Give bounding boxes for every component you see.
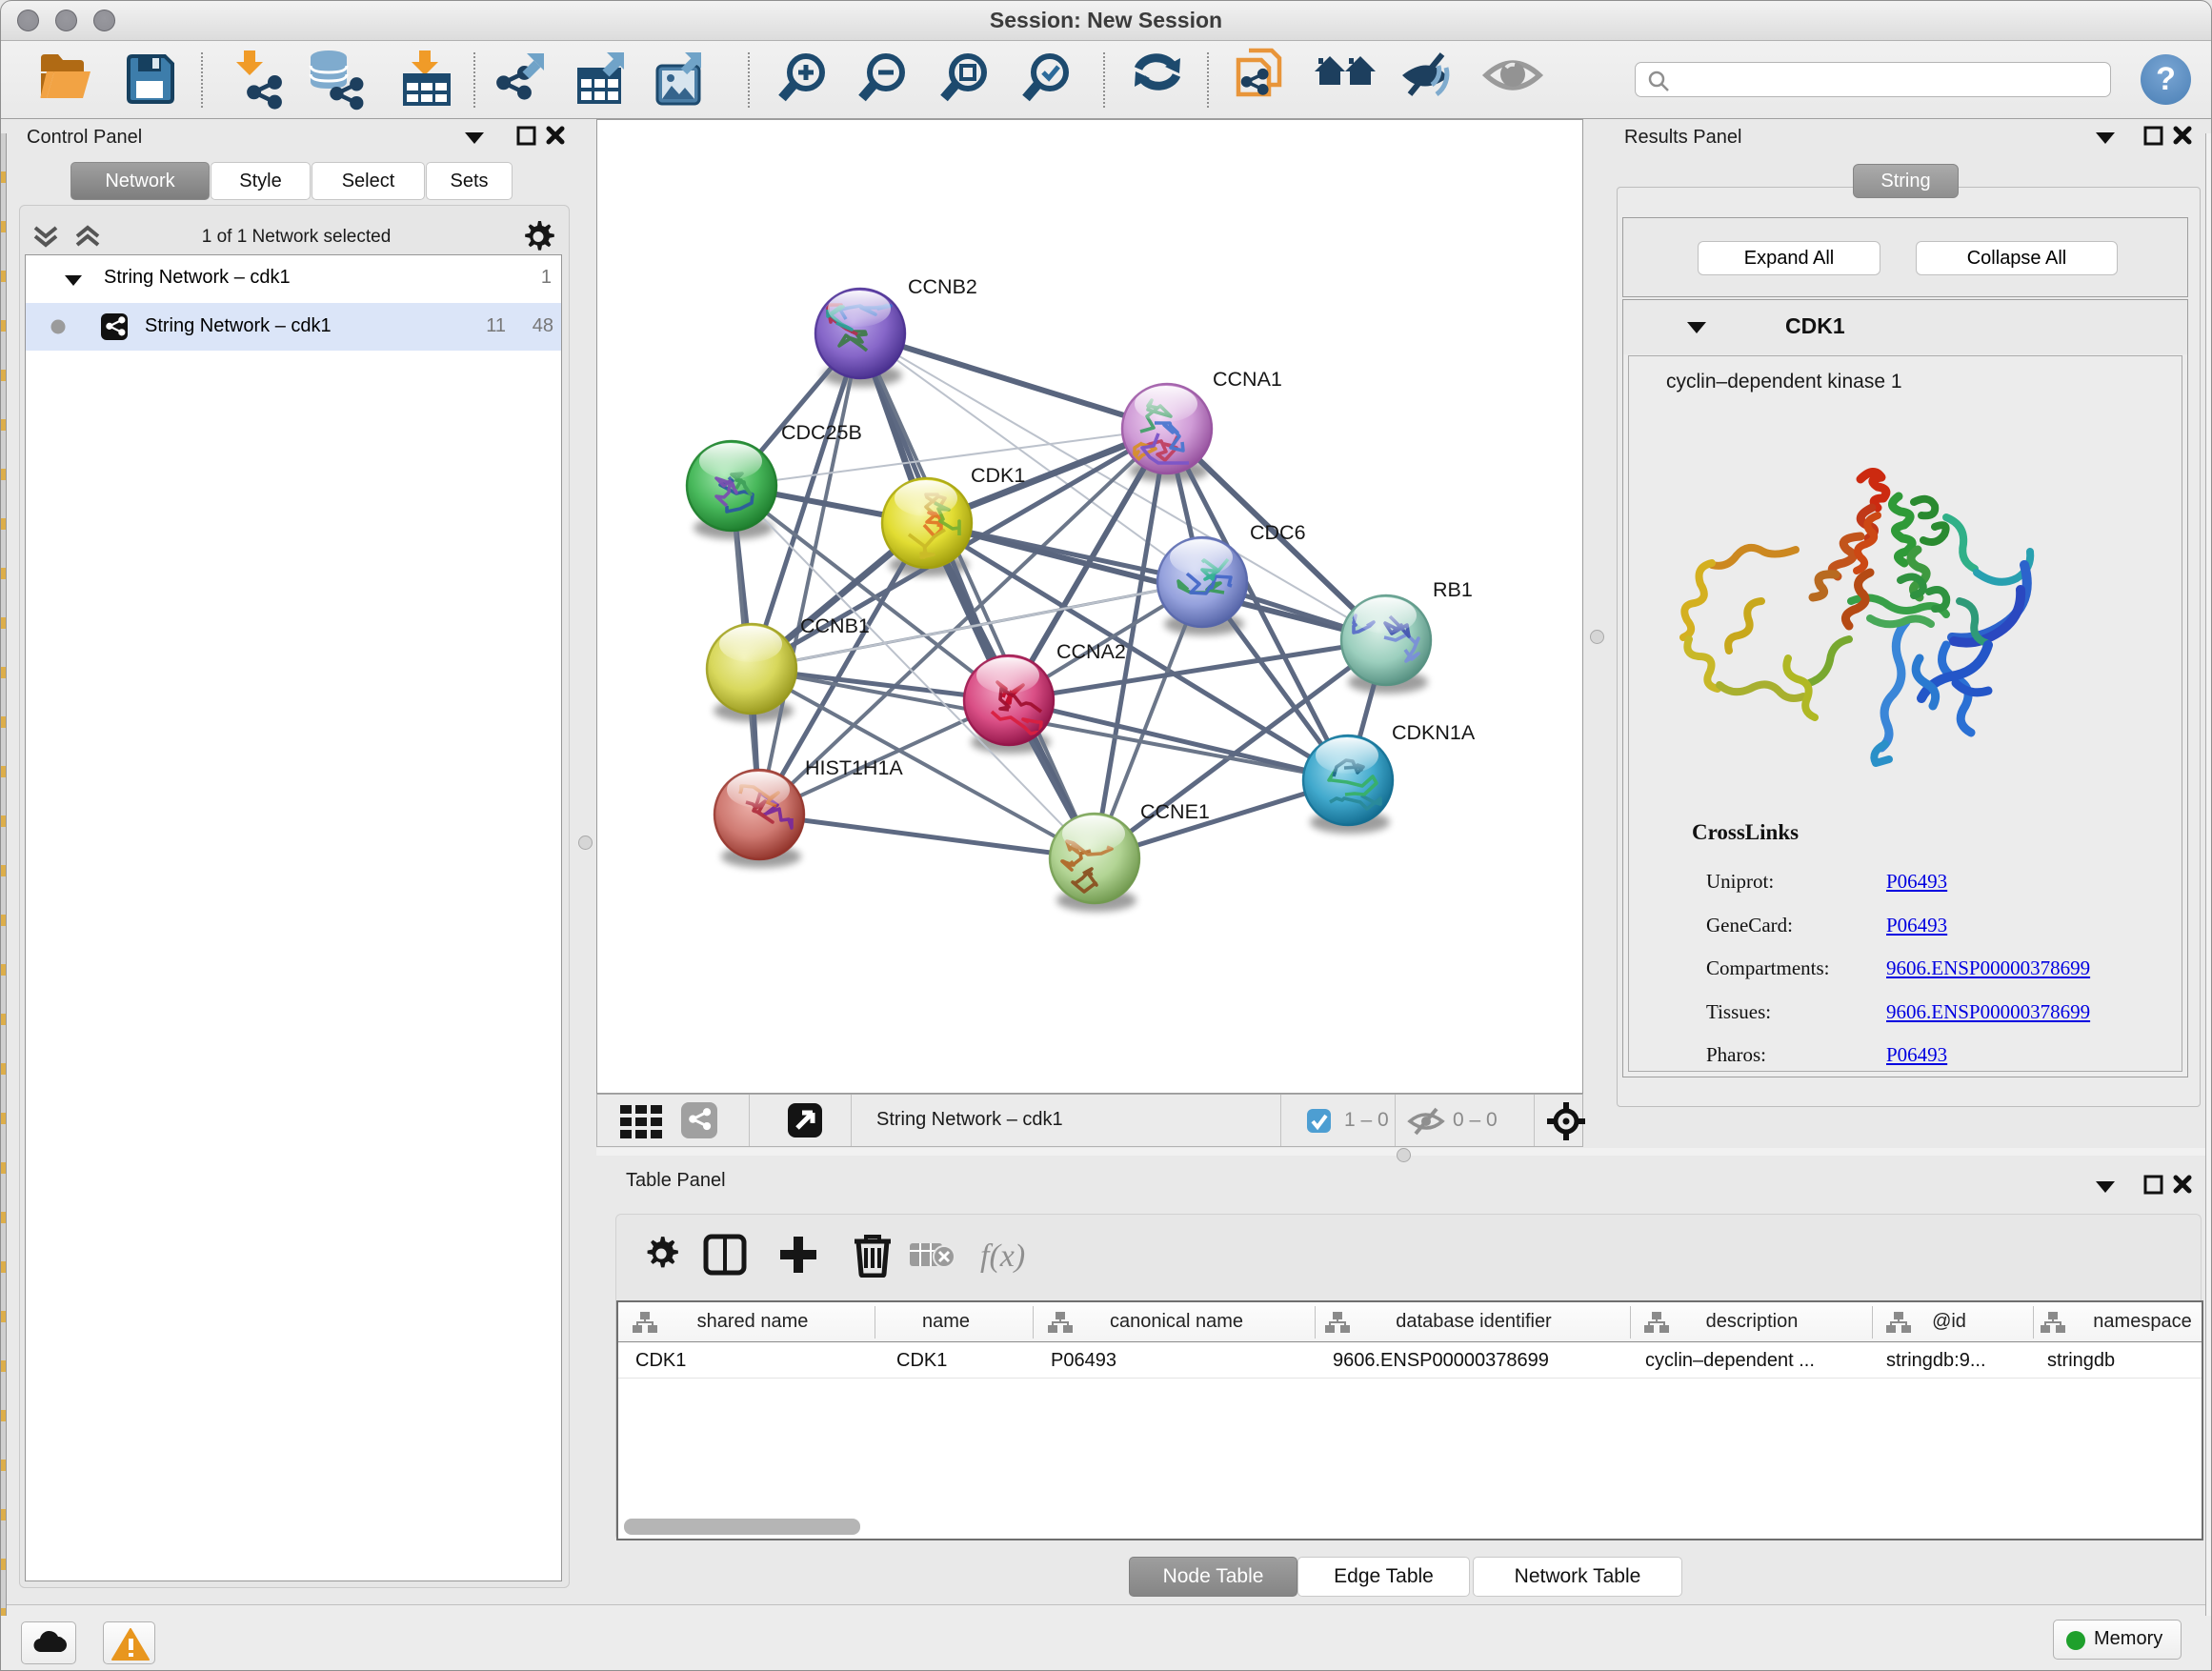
svg-text:f(x): f(x) (980, 1238, 1025, 1274)
svg-text:CDC6: CDC6 (1250, 521, 1306, 544)
svg-text:CCNB1: CCNB1 (800, 614, 870, 637)
svg-text:CDK1: CDK1 (971, 464, 1025, 487)
svg-text:CDKN1A: CDKN1A (1392, 721, 1476, 744)
svg-text:HIST1H1A: HIST1H1A (805, 756, 903, 779)
svg-text:RB1: RB1 (1433, 578, 1473, 601)
svg-text:CCNB2: CCNB2 (908, 275, 977, 298)
svg-text:CCNA2: CCNA2 (1056, 640, 1126, 663)
svg-text:CCNA1: CCNA1 (1213, 368, 1282, 391)
svg-text:CCNE1: CCNE1 (1140, 800, 1210, 823)
svg-text:CDC25B: CDC25B (781, 421, 862, 444)
